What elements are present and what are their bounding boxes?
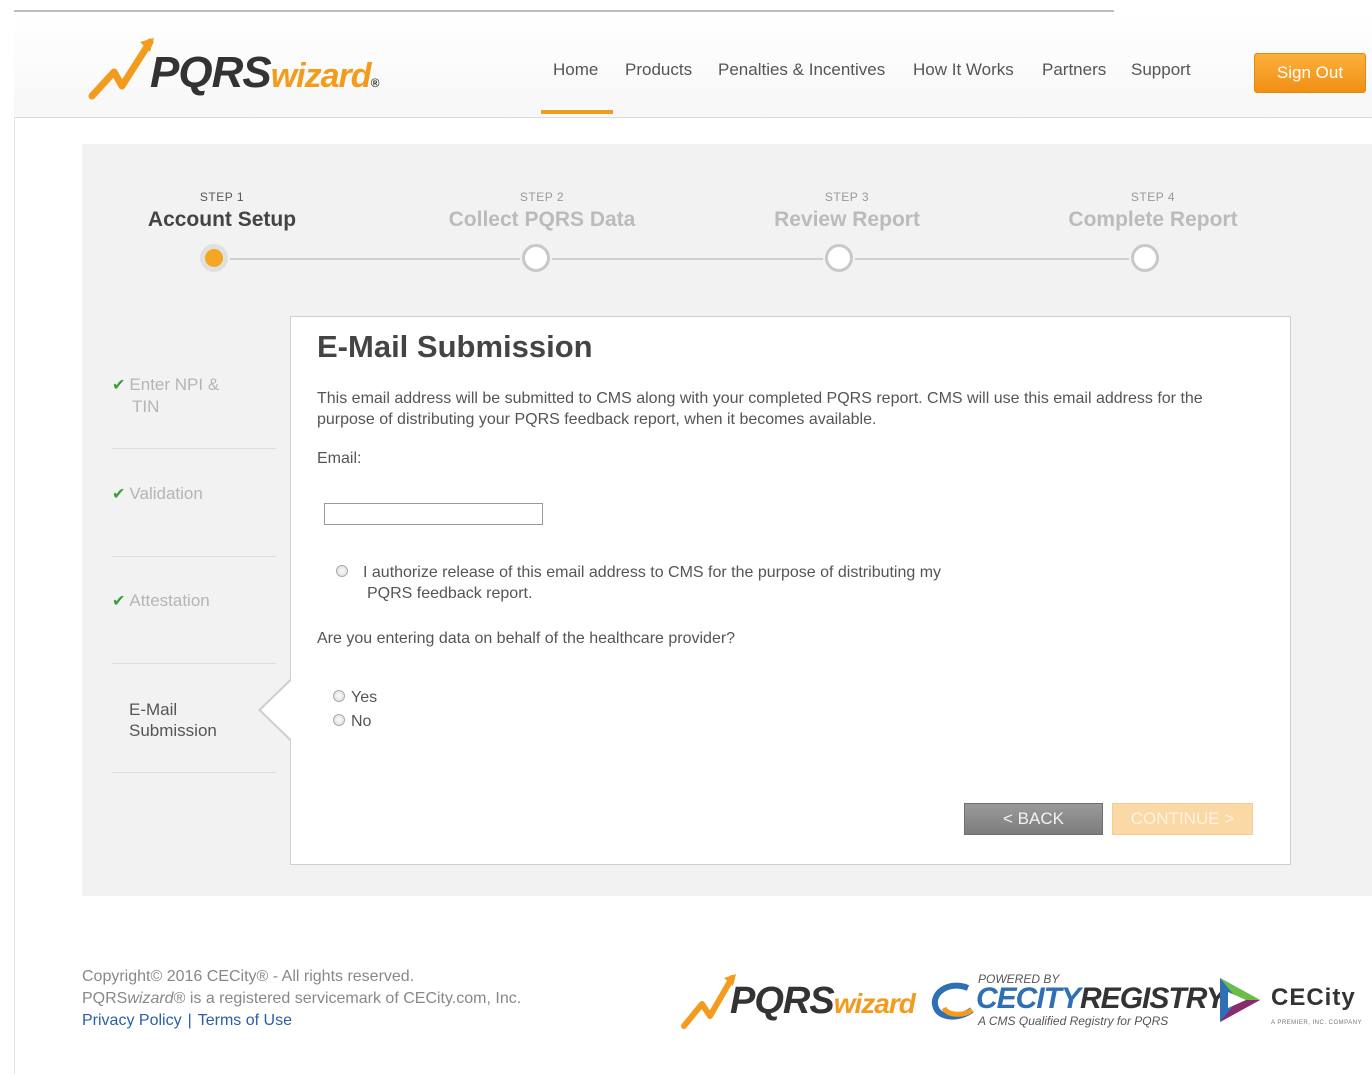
checkmark-icon: ✔: [112, 486, 126, 503]
subnav-label: Attestation: [129, 591, 210, 610]
step-number: STEP 4: [1130, 190, 1176, 204]
servicemark-brand-italic: wizard: [127, 990, 174, 1007]
registry-swirl-icon: [931, 982, 974, 1020]
no-label: No: [351, 713, 372, 730]
nav-support[interactable]: Support: [1131, 60, 1191, 80]
divider: [112, 663, 276, 664]
servicemark-rest: ® is a registered servicemark of CECity.…: [173, 990, 522, 1007]
registry-word: REGISTRY: [1080, 982, 1226, 1015]
subnav-item-validation[interactable]: ✔ Validation: [112, 483, 276, 505]
cecity-wordmark: CECity: [1271, 984, 1356, 1011]
subnav-item-enter-npi-tin[interactable]: ✔ Enter NPI & TIN: [112, 374, 276, 417]
form-description: This email address will be submitted to …: [317, 390, 1203, 428]
registry-wordmark: CECITYREGISTRY: [976, 982, 1226, 1016]
checkmark-icon: ✔: [112, 377, 126, 394]
authorize-text: I authorize release of this email addres…: [363, 562, 1063, 604]
privacy-policy-link[interactable]: Privacy Policy: [82, 1012, 182, 1029]
sign-out-button[interactable]: Sign Out: [1254, 53, 1366, 93]
step-3: STEP 3 Review Report: [727, 190, 967, 232]
logo-mark: ®: [370, 76, 380, 90]
authorize-line2: PQRS feedback report.: [367, 585, 533, 602]
logo-check-icon: [88, 38, 154, 100]
step-title: Complete Report: [1068, 208, 1238, 231]
authorize-radio[interactable]: [336, 565, 348, 577]
copyright-text: Copyright© 2016 CECity® - All rights res…: [82, 968, 415, 985]
step-number: STEP 1: [199, 190, 245, 204]
cecity-registry-logo: POWERED BY CECITYREGISTRY A CMS Qualifie…: [928, 970, 1226, 1034]
step-2-marker: [522, 244, 550, 272]
page-title: E-Mail Submission: [317, 329, 593, 364]
servicemark-text: PQRSwizard® is a registered servicemark …: [82, 990, 521, 1008]
footer-logo-main: PQRS: [730, 980, 835, 1022]
logo-main: PQRS: [150, 48, 272, 97]
divider: [112, 772, 276, 773]
footer-separator: |: [187, 1012, 192, 1029]
back-button[interactable]: < BACK: [964, 803, 1103, 835]
servicemark-brand: PQRS: [82, 990, 128, 1007]
no-radio[interactable]: [333, 714, 345, 726]
yes-label: Yes: [351, 689, 378, 706]
footer-pqrswizard-logo: PQRSwizard: [680, 972, 916, 1032]
email-label: Email:: [317, 450, 362, 467]
step-4-marker: [1131, 244, 1159, 272]
subnav-label: Validation: [129, 484, 203, 503]
pqrswizard-logo[interactable]: PQRSwizard®: [88, 26, 379, 106]
step-number: STEP 3: [824, 190, 870, 204]
checkmark-icon: ✔: [112, 593, 126, 610]
terms-of-use-link[interactable]: Terms of Use: [198, 1012, 292, 1029]
step-progress-track: [215, 258, 1145, 260]
step-title: Collect PQRS Data: [448, 208, 636, 231]
cecity-tagline: A PREMIER, INC. COMPANY: [1271, 1020, 1363, 1026]
footer-logo-wordmark: PQRSwizard: [730, 980, 916, 1023]
step-2: STEP 2 Collect PQRS Data: [422, 190, 662, 232]
nav-partners[interactable]: Partners: [1042, 60, 1106, 80]
step-title: Review Report: [774, 208, 920, 231]
nav-how-it-works[interactable]: How It Works: [913, 60, 1014, 80]
active-step-pointer-fill: [261, 681, 291, 739]
subnav-label-line2: Submission: [129, 721, 217, 740]
step-3-marker: [825, 244, 853, 272]
step-4: STEP 4 Complete Report: [1033, 190, 1273, 232]
email-submission-card: E-Mail Submission This email address wil…: [290, 316, 1291, 865]
subnav-label: E-Mail: [129, 700, 178, 719]
subnav-item-attestation[interactable]: ✔ Attestation: [112, 590, 276, 612]
email-input[interactable]: [324, 503, 543, 525]
divider: [112, 448, 276, 449]
step-1: STEP 1 Account Setup: [102, 190, 342, 232]
logo-accent: wizard: [270, 57, 372, 95]
nav-home[interactable]: Home: [553, 60, 598, 80]
nav-penalties-incentives[interactable]: Penalties & Incentives: [718, 60, 885, 80]
cecity-logo: CECity A PREMIER, INC. COMPANY: [1216, 974, 1372, 1034]
authorize-line1: I authorize release of this email addres…: [363, 564, 942, 581]
subnav-label: Enter NPI &: [129, 375, 220, 394]
cecity-shield-icon: [1220, 978, 1260, 1022]
behalf-question: Are you entering data on behalf of the h…: [317, 630, 736, 647]
footer-links: Privacy Policy | Terms of Use: [82, 1012, 292, 1030]
registry-tagline: A CMS Qualified Registry for PQRS: [978, 1014, 1169, 1028]
logo-wordmark: PQRSwizard®: [150, 48, 380, 98]
step-number: STEP 2: [519, 190, 565, 204]
step-title: Account Setup: [147, 208, 297, 231]
nav-active-indicator: [541, 110, 613, 114]
subnav-label-line2: TIN: [132, 397, 160, 416]
divider: [112, 556, 276, 557]
registry-ce: CECITY: [976, 982, 1081, 1015]
site-header: PQRSwizard® Home Products Penalties & In…: [14, 12, 1372, 118]
nav-products[interactable]: Products: [625, 60, 692, 80]
yes-radio[interactable]: [333, 690, 345, 702]
step-1-marker: [200, 244, 228, 272]
footer-logo-accent: wizard: [833, 988, 916, 1019]
continue-button[interactable]: CONTINUE >: [1112, 803, 1253, 835]
